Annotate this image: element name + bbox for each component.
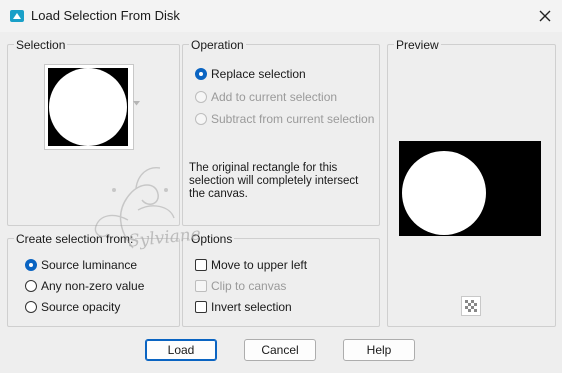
move-to-upper-left-box[interactable]: [195, 259, 207, 271]
clip-to-canvas-label[interactable]: Clip to canvas: [211, 279, 286, 293]
help-button[interactable]: Help: [343, 339, 415, 361]
source-luminance-label[interactable]: Source luminance: [41, 258, 137, 272]
source-opacity-radio-button[interactable]: [25, 301, 37, 313]
selection-thumbnail-image: [48, 68, 128, 146]
checkerboard-icon[interactable]: [461, 296, 481, 316]
dropdown-arrow-icon[interactable]: [133, 101, 140, 106]
add-to-selection-label[interactable]: Add to current selection: [211, 90, 337, 104]
source-luminance-radio-button[interactable]: [25, 259, 37, 271]
preview-group-title: Preview: [394, 38, 441, 52]
preview-image: [399, 141, 541, 236]
invert-selection-label[interactable]: Invert selection: [211, 300, 292, 314]
cancel-button[interactable]: Cancel: [244, 339, 316, 361]
subtract-from-selection-radio-button[interactable]: [195, 113, 207, 125]
transparency-icon: [465, 300, 477, 312]
load-button[interactable]: Load: [145, 339, 217, 361]
app-icon: [10, 10, 24, 22]
invert-selection-box[interactable]: [195, 301, 207, 313]
subtract-from-selection-label[interactable]: Subtract from current selection: [211, 112, 374, 126]
operation-group-title: Operation: [189, 38, 246, 52]
source-opacity-label[interactable]: Source opacity: [41, 300, 120, 314]
replace-selection-radio-button[interactable]: [195, 68, 207, 80]
title-bar: Load Selection From Disk: [0, 0, 562, 32]
close-icon[interactable]: [538, 9, 552, 23]
add-to-selection-radio-button[interactable]: [195, 91, 207, 103]
clip-to-canvas-box[interactable]: [195, 280, 207, 292]
selection-thumbnail[interactable]: [44, 64, 134, 150]
any-non-zero-value-radio-button[interactable]: [25, 280, 37, 292]
replace-selection-label[interactable]: Replace selection: [211, 67, 306, 81]
any-non-zero-value-label[interactable]: Any non-zero value: [41, 279, 144, 293]
move-to-upper-left-label[interactable]: Move to upper left: [211, 258, 307, 272]
selection-group-title: Selection: [14, 38, 68, 52]
window-title: Load Selection From Disk: [31, 8, 180, 23]
intersection-message: The original rectangle for this selectio…: [189, 162, 359, 200]
